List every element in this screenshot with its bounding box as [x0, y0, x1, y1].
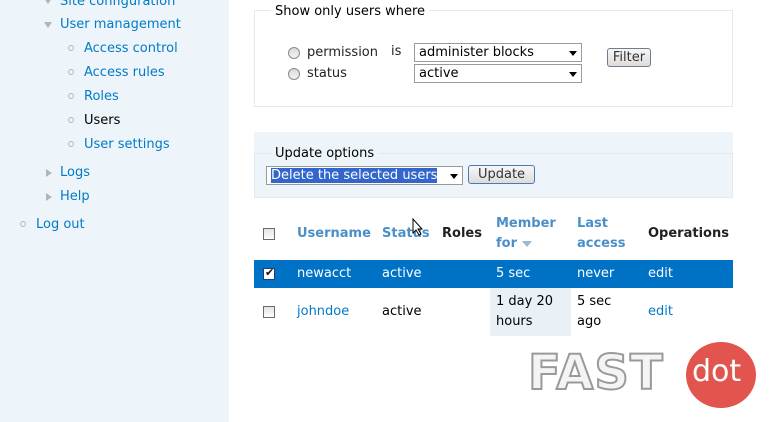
column-header-username[interactable]: Username	[297, 224, 371, 244]
mouse-cursor-icon	[412, 218, 424, 236]
collapsed-triangle-icon	[46, 169, 52, 177]
expanded-triangle-icon	[44, 22, 52, 28]
bullet-icon	[68, 69, 74, 75]
bullet-icon	[68, 141, 74, 147]
row-checkbox[interactable]	[263, 266, 275, 280]
status-cell: active	[382, 304, 422, 319]
sidebar-item-logs[interactable]: Logs	[60, 165, 90, 180]
dropdown-arrow-icon	[450, 174, 458, 179]
status-cell: active	[382, 266, 422, 281]
username-link[interactable]: newacct	[297, 264, 351, 284]
sidebar-item-user-settings[interactable]: User settings	[84, 137, 170, 152]
select-all-checkbox[interactable]	[263, 228, 275, 240]
sort-arrow-icon	[521, 240, 532, 247]
permission-label: permission	[307, 45, 378, 60]
permission-select-value: administer blocks	[419, 45, 534, 60]
status-radio[interactable]	[288, 68, 300, 80]
last-access-line1: 5 sec	[577, 294, 612, 309]
status-label: status	[307, 66, 347, 81]
column-header-last-access[interactable]: Last access	[577, 214, 625, 254]
dropdown-arrow-icon	[569, 51, 577, 56]
permission-select[interactable]: administer blocks	[414, 43, 582, 62]
member-for-cell: 1 day 20 hours	[496, 292, 553, 332]
collapsed-triangle-icon	[46, 193, 52, 201]
status-select-value: active	[419, 66, 459, 81]
sidebar-item-access-control[interactable]: Access control	[84, 41, 178, 56]
column-header-member-for[interactable]: Member for	[496, 214, 556, 254]
sidebar-nav: Site configuration User management Acces…	[0, 0, 229, 422]
column-header-operations: Operations	[648, 226, 729, 241]
last-access-cell: never	[577, 266, 615, 281]
member-for-line2: for	[496, 236, 517, 251]
logo-text-dot: dot	[692, 354, 742, 389]
member-for-cell: 5 sec	[496, 266, 531, 281]
bullet-icon	[20, 221, 26, 227]
member-for-line1: 1 day 20	[496, 294, 553, 309]
bullet-icon	[68, 117, 74, 123]
collapse-triangle-icon	[44, 0, 52, 4]
sidebar-item-users[interactable]: Users	[84, 113, 120, 128]
is-label: is	[391, 44, 402, 59]
edit-link[interactable]: edit	[648, 302, 673, 322]
permission-radio[interactable]	[288, 47, 300, 59]
column-header-roles: Roles	[442, 226, 482, 241]
member-for-line2: hours	[496, 314, 533, 329]
row-checkbox[interactable]	[263, 306, 275, 318]
fastdot-logo: FAST dot	[527, 342, 758, 412]
sidebar-item-help[interactable]: Help	[60, 189, 90, 204]
last-access-cell: 5 sec ago	[577, 292, 611, 332]
edit-link[interactable]: edit	[648, 264, 673, 284]
update-action-select[interactable]: Delete the selected users	[266, 166, 463, 185]
sidebar-item-roles[interactable]: Roles	[84, 89, 119, 104]
sidebar-item-log-out[interactable]: Log out	[36, 217, 85, 232]
update-button[interactable]: Update	[468, 165, 535, 184]
last-access-line2: ago	[577, 314, 602, 329]
sidebar-item-site-configuration[interactable]: Site configuration	[60, 0, 175, 9]
logo-text-fast: FAST	[527, 345, 664, 401]
filter-button[interactable]: Filter	[607, 48, 651, 67]
last-access-line2: access	[577, 236, 626, 251]
update-action-value: Delete the selected users	[271, 168, 438, 183]
member-for-line1: Member	[496, 216, 556, 231]
update-options-legend: Update options	[271, 146, 379, 161]
bullet-icon	[68, 93, 74, 99]
bullet-icon	[68, 45, 74, 51]
status-select[interactable]: active	[414, 64, 582, 83]
dropdown-arrow-icon	[569, 72, 577, 77]
sidebar-item-user-management[interactable]: User management	[60, 17, 181, 32]
sidebar-item-access-rules[interactable]: Access rules	[84, 65, 165, 80]
last-access-line1: Last	[577, 216, 609, 231]
filter-legend: Show only users where	[271, 4, 430, 19]
username-link[interactable]: johndoe	[297, 302, 349, 322]
